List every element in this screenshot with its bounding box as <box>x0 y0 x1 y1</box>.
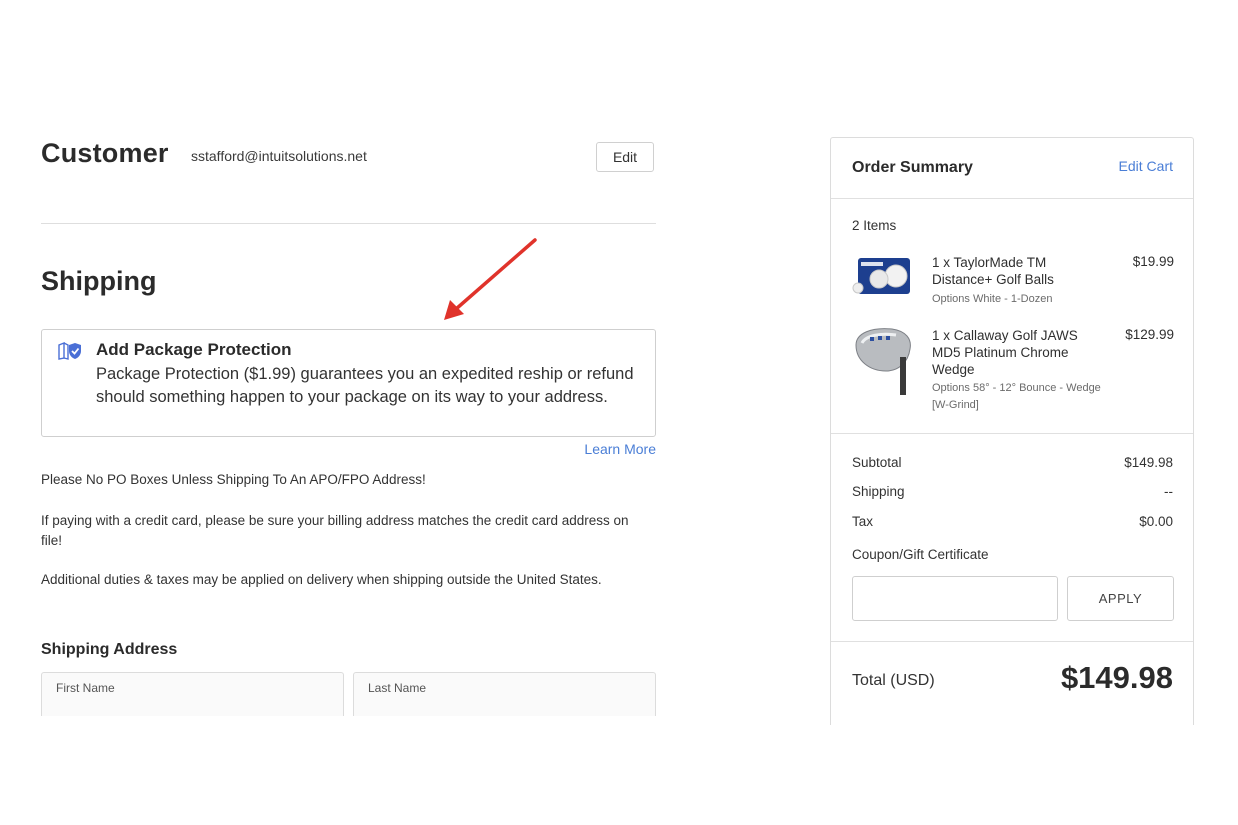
golf-wedge-image <box>855 328 911 395</box>
item-price: $129.99 <box>1125 327 1174 342</box>
item-price: $19.99 <box>1132 254 1174 269</box>
item-options: Options 58° - 12° Bounce - Wedge [W-Grin… <box>932 382 1101 411</box>
po-box-note: Please No PO Boxes Unless Shipping To An… <box>41 472 426 487</box>
cart-item: 1 x Callaway Golf JAWS MD5 Platinum Chro… <box>852 327 1174 417</box>
protection-description: Package Protection ($1.99) guarantees yo… <box>96 365 634 406</box>
subtotal-value: $149.98 <box>1124 455 1173 470</box>
apply-coupon-button[interactable]: APPLY <box>1067 576 1174 621</box>
item-name: 1 x TaylorMade TM Distance+ Golf Balls <box>932 255 1054 287</box>
cart-item: 1 x TaylorMade TM Distance+ Golf Balls $… <box>852 254 1174 314</box>
golf-balls-image <box>852 258 910 294</box>
customer-heading: Customer <box>41 138 169 168</box>
customer-email: sstafford@intuitsolutions.net <box>191 148 367 164</box>
billing-note: If paying with a credit card, please be … <box>41 513 629 548</box>
shipping-address-heading: Shipping Address <box>41 641 178 658</box>
package-protection-box[interactable]: Add Package Protection Package Protectio… <box>41 329 656 437</box>
coupon-label: Coupon/Gift Certificate <box>852 547 989 562</box>
section-divider <box>41 223 656 224</box>
tax-value: $0.00 <box>1139 514 1173 529</box>
subtotal-label: Subtotal <box>852 455 902 470</box>
item-name: 1 x Callaway Golf JAWS MD5 Platinum Chro… <box>932 328 1078 377</box>
first-name-field[interactable]: First Name <box>41 672 344 716</box>
summary-divider <box>831 433 1193 434</box>
protection-heading: Add Package Protection <box>96 340 292 359</box>
summary-divider <box>831 198 1193 199</box>
shield-icon <box>58 342 81 360</box>
last-name-label: Last Name <box>368 681 427 695</box>
last-name-field[interactable]: Last Name <box>353 672 656 716</box>
coupon-input[interactable] <box>852 576 1058 621</box>
summary-divider <box>831 641 1193 642</box>
first-name-label: First Name <box>56 681 115 695</box>
total-label: Total (USD) <box>852 672 935 689</box>
annotation-arrow-icon <box>444 238 537 320</box>
edit-customer-button[interactable]: Edit <box>596 142 654 172</box>
shipping-label: Shipping <box>852 484 905 499</box>
order-summary-panel: Order Summary Edit Cart 2 Items 1 x Tayl… <box>830 137 1194 725</box>
shipping-heading: Shipping <box>41 266 157 296</box>
duties-note: Additional duties & taxes may be applied… <box>41 572 602 587</box>
edit-cart-link[interactable]: Edit Cart <box>1119 158 1173 174</box>
item-options: Options White - 1-Dozen <box>932 293 1053 305</box>
items-count: 2 Items <box>852 218 897 233</box>
total-value: $149.98 <box>1060 660 1173 695</box>
tax-label: Tax <box>852 514 874 529</box>
shipping-value: -- <box>1164 484 1173 499</box>
order-summary-heading: Order Summary <box>852 159 973 176</box>
learn-more-link[interactable]: Learn More <box>570 441 656 457</box>
